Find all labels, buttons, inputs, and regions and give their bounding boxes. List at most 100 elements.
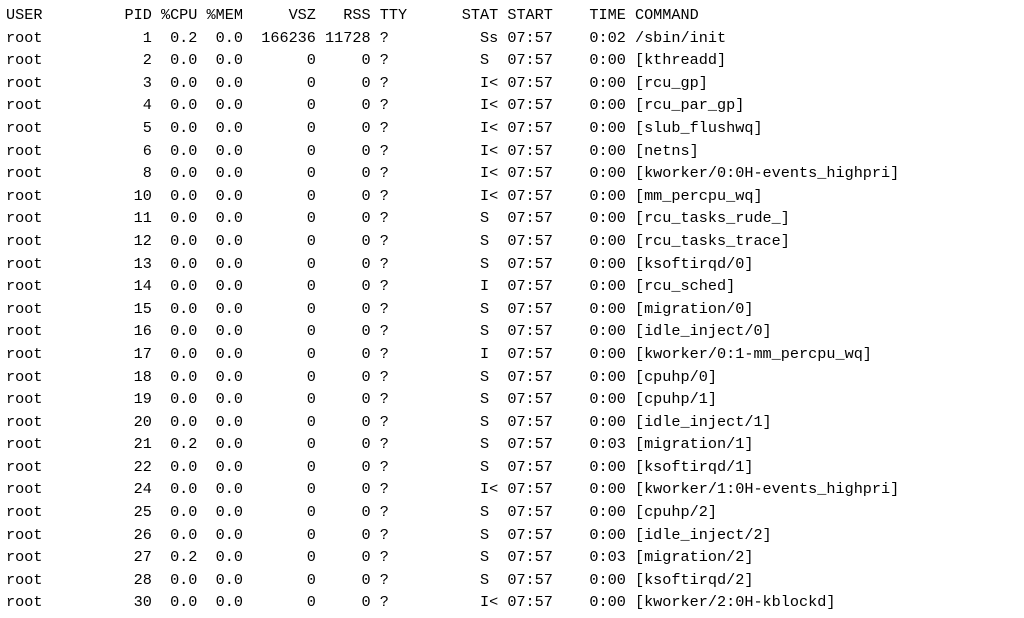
header-mem: %MEM [197, 6, 243, 24]
cell-command: [mm_percpu_wq] [626, 187, 763, 205]
cell-time: 0:00 [562, 300, 626, 318]
cell-cpu: 0.0 [152, 322, 198, 340]
cell-vsz: 0 [243, 390, 316, 408]
cell-vsz: 0 [243, 548, 316, 566]
cell-user: root [6, 435, 79, 453]
cell-stat: S [416, 526, 498, 544]
cell-cpu: 0.0 [152, 368, 198, 386]
cell-user: root [6, 255, 79, 273]
cell-stat: S [416, 503, 498, 521]
cell-pid: 28 [79, 571, 152, 589]
cell-pid: 30 [79, 593, 152, 611]
cell-mem: 0.0 [197, 435, 243, 453]
cell-cpu: 0.0 [152, 413, 198, 431]
cell-pid: 3 [79, 74, 152, 92]
cell-mem: 0.0 [197, 390, 243, 408]
cell-time: 0:00 [562, 368, 626, 386]
cell-mem: 0.0 [197, 458, 243, 476]
cell-vsz: 0 [243, 51, 316, 69]
cell-mem: 0.0 [197, 209, 243, 227]
process-row: root 2 0.0 0.0 0 0 ? S 07:57 0:00 [kthre… [6, 49, 1018, 72]
cell-pid: 20 [79, 413, 152, 431]
cell-mem: 0.0 [197, 413, 243, 431]
cell-start: 07:57 [498, 142, 562, 160]
cell-tty: ? [371, 458, 417, 476]
cell-tty: ? [371, 300, 417, 318]
cell-vsz: 0 [243, 480, 316, 498]
cell-command: [idle_inject/1] [626, 413, 772, 431]
cell-mem: 0.0 [197, 51, 243, 69]
cell-vsz: 0 [243, 571, 316, 589]
cell-mem: 0.0 [197, 164, 243, 182]
cell-rss: 0 [316, 300, 371, 318]
cell-vsz: 0 [243, 209, 316, 227]
terminal-output: USER PID %CPU %MEM VSZ RSS TTY STAT STAR… [0, 0, 1024, 618]
cell-rss: 0 [316, 209, 371, 227]
cell-command: [idle_inject/0] [626, 322, 772, 340]
cell-start: 07:57 [498, 413, 562, 431]
header-tty: TTY [371, 6, 417, 24]
cell-time: 0:00 [562, 526, 626, 544]
header-cpu: %CPU [152, 6, 198, 24]
cell-rss: 0 [316, 480, 371, 498]
cell-pid: 24 [79, 480, 152, 498]
cell-tty: ? [371, 209, 417, 227]
header-time: TIME [562, 6, 626, 24]
cell-stat: I< [416, 480, 498, 498]
cell-tty: ? [371, 187, 417, 205]
cell-time: 0:00 [562, 345, 626, 363]
cell-mem: 0.0 [197, 593, 243, 611]
process-row: root 16 0.0 0.0 0 0 ? S 07:57 0:00 [idle… [6, 320, 1018, 343]
cell-vsz: 0 [243, 503, 316, 521]
header-rss: RSS [316, 6, 371, 24]
cell-tty: ? [371, 29, 417, 47]
cell-cpu: 0.0 [152, 300, 198, 318]
cell-user: root [6, 300, 79, 318]
cell-tty: ? [371, 435, 417, 453]
cell-pid: 27 [79, 548, 152, 566]
cell-start: 07:57 [498, 480, 562, 498]
cell-vsz: 0 [243, 435, 316, 453]
cell-command: [kworker/0:1-mm_percpu_wq] [626, 345, 872, 363]
cell-user: root [6, 119, 79, 137]
cell-user: root [6, 232, 79, 250]
cell-mem: 0.0 [197, 368, 243, 386]
process-row: root 19 0.0 0.0 0 0 ? S 07:57 0:00 [cpuh… [6, 388, 1018, 411]
cell-mem: 0.0 [197, 300, 243, 318]
cell-start: 07:57 [498, 548, 562, 566]
cell-rss: 0 [316, 51, 371, 69]
cell-start: 07:57 [498, 29, 562, 47]
cell-pid: 15 [79, 300, 152, 318]
cell-user: root [6, 96, 79, 114]
cell-time: 0:00 [562, 51, 626, 69]
cell-vsz: 0 [243, 187, 316, 205]
cell-pid: 16 [79, 322, 152, 340]
process-row: root 13 0.0 0.0 0 0 ? S 07:57 0:00 [ksof… [6, 253, 1018, 276]
cell-rss: 0 [316, 571, 371, 589]
cell-start: 07:57 [498, 187, 562, 205]
cell-start: 07:57 [498, 345, 562, 363]
cell-mem: 0.0 [197, 29, 243, 47]
cell-pid: 25 [79, 503, 152, 521]
cell-start: 07:57 [498, 458, 562, 476]
cell-user: root [6, 368, 79, 386]
process-row: root 14 0.0 0.0 0 0 ? I 07:57 0:00 [rcu_… [6, 275, 1018, 298]
cell-cpu: 0.0 [152, 277, 198, 295]
cell-stat: S [416, 368, 498, 386]
cell-start: 07:57 [498, 119, 562, 137]
cell-pid: 8 [79, 164, 152, 182]
cell-vsz: 0 [243, 345, 316, 363]
cell-user: root [6, 571, 79, 589]
cell-tty: ? [371, 277, 417, 295]
cell-time: 0:00 [562, 480, 626, 498]
cell-stat: I< [416, 593, 498, 611]
cell-command: [rcu_gp] [626, 74, 708, 92]
cell-stat: S [416, 255, 498, 273]
cell-time: 0:00 [562, 390, 626, 408]
cell-vsz: 0 [243, 322, 316, 340]
cell-command: [kworker/1:0H-events_highpri] [626, 480, 899, 498]
header-user: USER [6, 6, 79, 24]
process-row: root 26 0.0 0.0 0 0 ? S 07:57 0:00 [idle… [6, 524, 1018, 547]
cell-pid: 11 [79, 209, 152, 227]
cell-user: root [6, 548, 79, 566]
